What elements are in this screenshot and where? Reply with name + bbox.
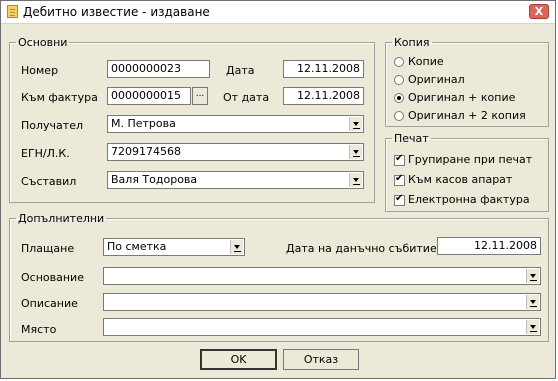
original-2-kopiya-label: Оригинал + 2 копия — [408, 109, 526, 122]
osnovanie-label: Основание — [21, 271, 84, 284]
nomer-field[interactable]: 0000000023 — [107, 60, 210, 78]
myasto-label: Място — [21, 323, 57, 336]
ot-data-field[interactable]: 12.11.2008 — [283, 87, 364, 105]
chevron-down-icon[interactable] — [230, 240, 243, 254]
kam-faktura-field[interactable]: 0000000015 — [107, 87, 191, 105]
original-kopie-radio[interactable]: Оригинал + копие — [394, 91, 515, 104]
browse-invoice-button[interactable]: ... — [192, 87, 208, 105]
kam-faktura-label: Към фактура — [21, 91, 98, 104]
kasov-aparat-checkbox[interactable]: Към касов апарат — [394, 173, 512, 186]
dialog-window: Дебитно известие - издаване X Основни Но… — [0, 0, 556, 379]
grupirane-checkbox[interactable]: Групиране при печат — [394, 153, 532, 166]
danachno-subitie-label: Дата на данъчно събитие — [286, 242, 437, 255]
plashtane-label: Плащане — [21, 242, 75, 255]
data-label: Дата — [226, 64, 255, 77]
opisanie-select[interactable] — [103, 293, 541, 311]
poluchatel-value: М. Петрова — [111, 117, 176, 130]
kopie-radio[interactable]: Копие — [394, 55, 444, 68]
poluchatel-select[interactable]: М. Петрова — [107, 115, 364, 133]
kopiya-legend: Копия — [394, 36, 430, 49]
osnovni-legend: Основни — [18, 36, 68, 49]
checkbox-checked-icon — [394, 193, 405, 206]
chevron-down-icon[interactable] — [349, 173, 362, 187]
danachno-subitie-field[interactable]: 12.11.2008 — [437, 237, 541, 255]
cancel-button[interactable]: Отказ — [283, 349, 359, 370]
radio-icon — [394, 57, 404, 67]
chevron-down-icon[interactable] — [526, 269, 539, 283]
kasov-aparat-label: Към касов апарат — [408, 173, 513, 186]
close-button[interactable]: X — [529, 4, 549, 19]
elektronna-faktura-label: Електронна фактура — [408, 193, 530, 206]
data-field[interactable]: 12.11.2008 — [283, 60, 364, 78]
nomer-label: Номер — [21, 64, 59, 77]
checkbox-checked-icon — [394, 173, 405, 186]
chevron-down-icon[interactable] — [349, 145, 362, 159]
myasto-select[interactable] — [103, 318, 541, 336]
original-radio[interactable]: Оригинал — [394, 73, 465, 86]
egn-select[interactable]: 7209174568 — [107, 143, 364, 161]
egn-value: 7209174568 — [111, 145, 181, 158]
chevron-down-icon[interactable] — [526, 295, 539, 309]
egn-label: ЕГН/Л.К. — [21, 147, 70, 160]
dopalnitelni-legend: Допълнителни — [18, 212, 105, 225]
original-label: Оригинал — [408, 73, 465, 86]
radio-selected-icon — [394, 93, 404, 103]
plashtane-value: По сметка — [107, 240, 167, 253]
elektronna-faktura-checkbox[interactable]: Електронна фактура — [394, 193, 530, 206]
ot-data-label: От дата — [223, 91, 270, 104]
opisanie-label: Описание — [21, 297, 78, 310]
sastavil-select[interactable]: Валя Тодорова — [107, 171, 364, 189]
ok-button[interactable]: OK — [200, 349, 277, 370]
poluchatel-label: Получател — [21, 119, 83, 132]
title-bar: Дебитно известие - издаване X — [1, 1, 555, 24]
checkbox-checked-icon — [394, 153, 405, 166]
chevron-down-icon[interactable] — [526, 320, 539, 334]
radio-icon — [394, 111, 404, 121]
kopie-label: Копие — [408, 55, 444, 68]
grupirane-label: Групиране при печат — [408, 153, 533, 166]
window-title: Дебитно известие - издаване — [23, 5, 210, 19]
radio-icon — [394, 75, 404, 85]
document-icon — [7, 5, 18, 18]
original-2-kopiya-radio[interactable]: Оригинал + 2 копия — [394, 109, 526, 122]
sastavil-label: Съставил — [21, 175, 77, 188]
original-kopie-label: Оригинал + копие — [408, 91, 516, 104]
pechat-legend: Печат — [394, 132, 429, 145]
osnovanie-select[interactable] — [103, 267, 541, 285]
plashtane-select[interactable]: По сметка — [103, 238, 245, 256]
sastavil-value: Валя Тодорова — [111, 173, 198, 186]
chevron-down-icon[interactable] — [349, 117, 362, 131]
